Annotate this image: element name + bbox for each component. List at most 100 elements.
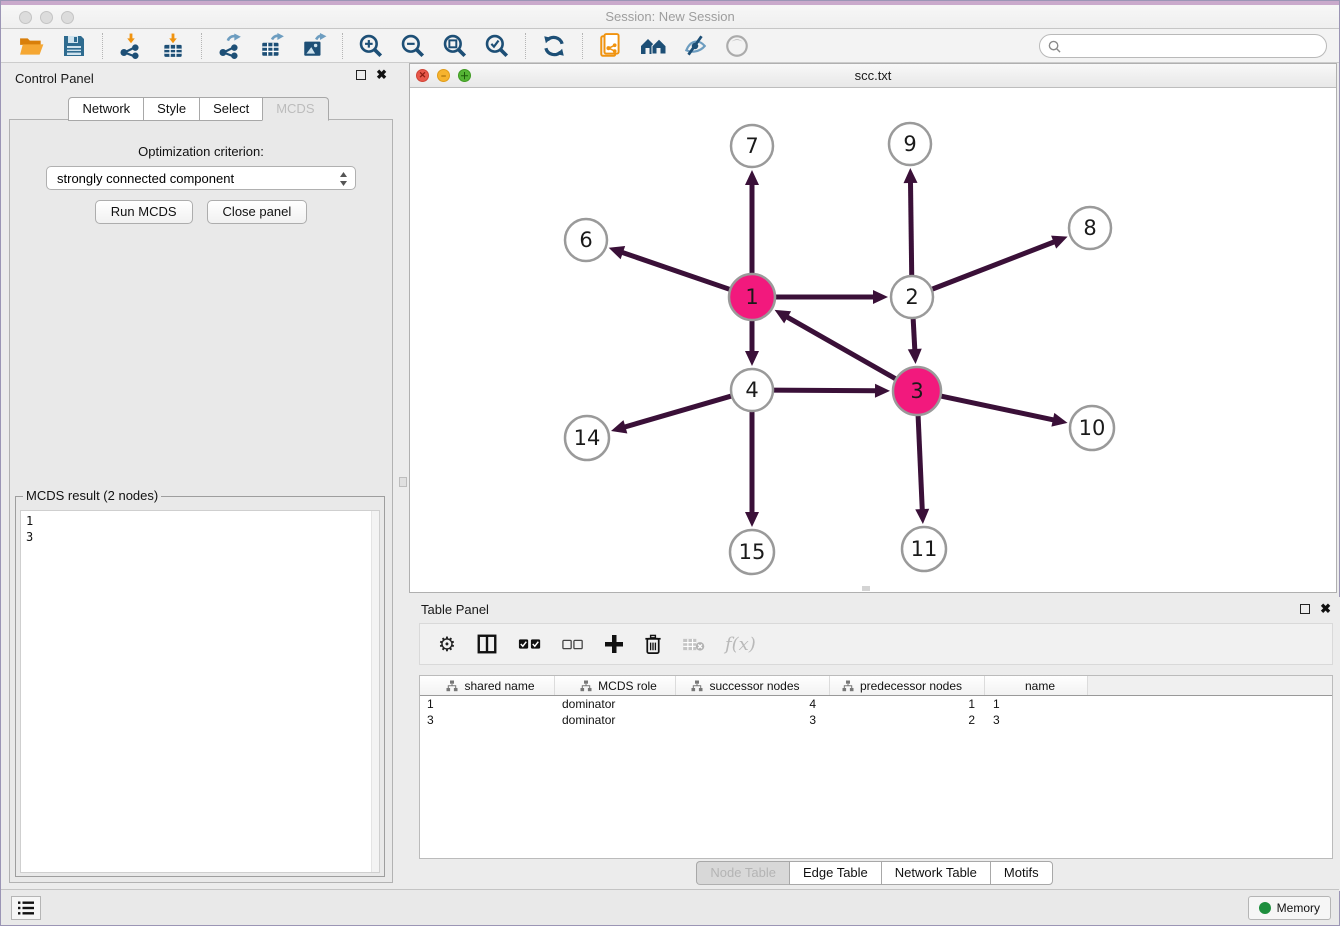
table-toolbar: ⚙ f(x) — [419, 623, 1333, 665]
task-history-button[interactable] — [11, 896, 41, 920]
splitter-handle[interactable] — [399, 477, 407, 487]
network-hscrollbar-thumb[interactable] — [862, 586, 870, 591]
table-cell[interactable]: 3 — [985, 713, 1088, 727]
tab-motifs[interactable]: Motifs — [990, 861, 1053, 885]
table-row[interactable]: 1 dominator 4 1 1 — [420, 696, 1332, 712]
graph-edge-3-1[interactable] — [786, 316, 898, 380]
column-header-predecessor-nodes[interactable]: predecessor nodes — [830, 676, 985, 695]
graph-edge-2-8[interactable] — [930, 241, 1056, 290]
export-network-icon[interactable] — [215, 31, 245, 61]
graph-edge-3-11[interactable] — [918, 413, 922, 511]
table-settings-gear-icon[interactable]: ⚙ — [438, 632, 456, 657]
close-panel-button[interactable]: Close panel — [207, 200, 308, 224]
graph-edge-2-9[interactable] — [910, 181, 911, 278]
function-builder-icon[interactable]: f(x) — [725, 634, 756, 655]
tab-style[interactable]: Style — [143, 97, 200, 121]
toolbar-separator — [102, 33, 103, 59]
export-image-icon[interactable] — [299, 31, 329, 61]
graph-edge-arrowhead — [1051, 413, 1067, 427]
table-row[interactable]: 3 dominator 3 2 3 — [420, 712, 1332, 728]
import-table-icon[interactable] — [158, 31, 188, 61]
open-session-icon[interactable] — [17, 31, 47, 61]
table-panel-title: Table Panel — [421, 602, 489, 617]
optimization-criterion-select[interactable]: strongly connected component — [46, 166, 356, 190]
column-chooser-icon[interactable] — [476, 633, 498, 655]
maximize-network-button[interactable]: ＋ — [458, 69, 471, 82]
save-session-icon[interactable] — [59, 31, 89, 61]
table-header-filler — [1088, 676, 1332, 695]
tab-network[interactable]: Network — [68, 97, 144, 121]
memory-label: Memory — [1277, 901, 1320, 915]
table-panel-tabs: Node Table Edge Table Network Table Moti… — [409, 861, 1340, 885]
column-header-shared-name[interactable]: shared name — [420, 676, 555, 695]
graph-node-label: 8 — [1083, 216, 1096, 240]
zoom-out-icon[interactable] — [398, 31, 428, 61]
close-table-panel-icon[interactable]: ✖ — [1320, 604, 1331, 614]
graph-node-label: 14 — [574, 426, 601, 450]
zoom-in-icon[interactable] — [356, 31, 386, 61]
zoom-fit-icon[interactable] — [440, 31, 470, 61]
column-header-mcds-role[interactable]: MCDS role — [555, 676, 676, 695]
graph-edge-3-10[interactable] — [939, 396, 1055, 421]
search-field[interactable] — [1039, 34, 1327, 58]
table-cell[interactable]: 1 — [420, 697, 555, 711]
tab-select[interactable]: Select — [199, 97, 263, 121]
float-table-panel-icon[interactable] — [1300, 604, 1310, 614]
graph-edge-2-3[interactable] — [913, 316, 915, 351]
refresh-icon[interactable] — [539, 31, 569, 61]
home-icon[interactable] — [638, 31, 668, 61]
create-column-icon[interactable] — [604, 634, 624, 654]
graph-edge-4-14[interactable] — [623, 395, 733, 427]
tab-network-table[interactable]: Network Table — [881, 861, 991, 885]
minimize-network-button[interactable]: − — [437, 69, 450, 82]
network-window-traffic-lights: ✕ − ＋ — [416, 69, 471, 82]
mcds-result-list[interactable]: 1 3 — [20, 510, 380, 873]
close-panel-icon[interactable]: ✖ — [376, 70, 387, 80]
run-mcds-button[interactable]: Run MCDS — [95, 200, 193, 224]
tab-edge-table[interactable]: Edge Table — [789, 861, 882, 885]
network-canvas[interactable]: 1234678910111415 — [410, 88, 1336, 592]
graph-edge-4-3[interactable] — [771, 390, 877, 391]
graph-node-label: 7 — [745, 134, 758, 158]
table-cell[interactable]: 1 — [830, 697, 985, 711]
close-network-button[interactable]: ✕ — [416, 69, 429, 82]
table-cell[interactable]: dominator — [555, 697, 676, 711]
panel-splitter[interactable] — [397, 63, 409, 891]
control-panel: Control Panel ✖ Network Style Select MCD… — [1, 63, 397, 891]
graph-edge-1-6[interactable] — [621, 252, 732, 290]
import-network-icon[interactable] — [116, 31, 146, 61]
search-input[interactable] — [1065, 36, 1326, 56]
document-share-icon[interactable] — [596, 31, 626, 61]
network-window-titlebar: ✕ − ＋ scc.txt — [410, 64, 1336, 88]
table-cell[interactable]: 1 — [985, 697, 1088, 711]
network-view-window: ✕ − ＋ scc.txt 1234678910111415 — [409, 63, 1337, 593]
tab-node-table[interactable]: Node Table — [696, 861, 790, 885]
toolbar-separator — [342, 33, 343, 59]
hide-all-columns-icon[interactable] — [562, 638, 584, 651]
table-cell[interactable]: 3 — [420, 713, 555, 727]
tab-mcds[interactable]: MCDS — [262, 97, 328, 121]
table-cell[interactable]: dominator — [555, 713, 676, 727]
float-panel-icon[interactable] — [356, 70, 366, 80]
column-header-name[interactable]: name — [985, 676, 1088, 695]
show-all-columns-icon[interactable] — [518, 637, 542, 651]
graph-edge-arrowhead — [904, 168, 918, 183]
graph-node-label: 2 — [905, 285, 918, 309]
table-cell[interactable]: 2 — [830, 713, 985, 727]
result-scrollbar[interactable] — [371, 511, 379, 872]
memory-button[interactable]: Memory — [1248, 896, 1331, 920]
graph-edge-arrowhead — [873, 290, 888, 304]
delete-table-icon[interactable] — [682, 637, 705, 652]
control-panel-tabs: Network Style Select MCDS — [1, 97, 397, 121]
graph-node-label: 3 — [910, 379, 923, 403]
table-cell[interactable]: 4 — [676, 697, 830, 711]
style-preview-icon[interactable] — [680, 31, 710, 61]
zoom-selected-icon[interactable] — [482, 31, 512, 61]
select-chevrons-icon — [339, 171, 348, 187]
export-table-icon[interactable] — [257, 31, 287, 61]
eye-icon[interactable] — [722, 31, 752, 61]
delete-column-icon[interactable] — [644, 634, 662, 655]
hierarchy-icon — [691, 680, 703, 692]
table-cell[interactable]: 3 — [676, 713, 830, 727]
column-header-successor-nodes[interactable]: successor nodes — [676, 676, 830, 695]
